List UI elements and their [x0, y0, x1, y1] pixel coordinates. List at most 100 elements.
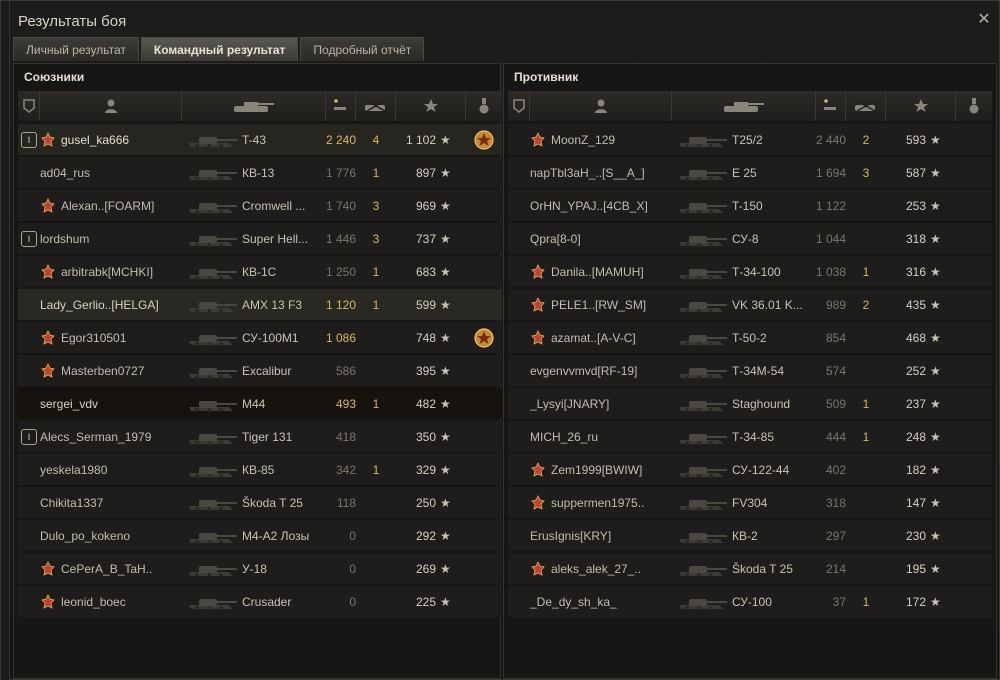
player-cell[interactable]: _De_dy_sh_ka_	[530, 586, 672, 617]
achievement-medal-icon[interactable]	[473, 129, 495, 151]
table-row[interactable]: Lady_Gerlio..[HELGA] AMX 13 F3 1 120 1 599 ★	[18, 289, 502, 320]
player-name[interactable]: yeskela1980	[40, 463, 107, 477]
player-name[interactable]: _De_dy_sh_ka_	[530, 595, 617, 609]
table-row[interactable]: yeskela1980 КВ-85 342 1 329 ★	[18, 454, 502, 485]
player-name[interactable]: Zem1999[BWIW]	[551, 463, 642, 477]
player-name[interactable]: ad04_rus	[40, 166, 90, 180]
table-row[interactable]: _Lysyi[JNARY] Staghound 509 1 237 ★	[508, 388, 992, 419]
player-cell[interactable]: gusel_ka666	[40, 124, 182, 155]
table-row[interactable]: ErusIgnis[KRY] КВ-2 297 230 ★	[508, 520, 992, 551]
damage-icon[interactable]	[326, 91, 356, 121]
table-row[interactable]: Masterben0727 Excalibur 586 395 ★	[18, 355, 502, 386]
player-cell[interactable]: yeskela1980	[40, 454, 182, 485]
xp-star-icon[interactable]	[396, 91, 466, 121]
table-row[interactable]: MoonZ_129 T25/2 2 440 2 593 ★	[508, 124, 992, 155]
player-name[interactable]: Alecs_Serman_1979	[40, 430, 151, 444]
rank-icon[interactable]	[18, 91, 40, 121]
player-cell[interactable]: Masterben0727	[40, 355, 182, 386]
player-cell[interactable]: Qpra[8-0]	[530, 223, 672, 254]
player-name[interactable]: Chikita1337	[40, 496, 103, 510]
table-row[interactable]: Ilordshum Super Hell... 1 446 3 737 ★	[18, 223, 502, 254]
damage-icon[interactable]	[816, 91, 846, 121]
player-cell[interactable]: Alexan..[FOARM]	[40, 190, 182, 221]
player-name[interactable]: gusel_ka666	[61, 133, 129, 147]
player-icon[interactable]	[40, 91, 182, 121]
table-row[interactable]: _De_dy_sh_ka_ СУ-100 37 1 172 ★	[508, 586, 992, 617]
player-cell[interactable]: Dulo_po_kokeno	[40, 520, 182, 551]
player-cell[interactable]: Alecs_Serman_1979	[40, 421, 182, 452]
player-name[interactable]: Egor310501	[61, 331, 126, 345]
table-row[interactable]: Alexan..[FOARM] Cromwell ... 1 740 3 969 ★	[18, 190, 502, 221]
player-cell[interactable]: napTbl3aH_..[S__A_]	[530, 157, 672, 188]
player-cell[interactable]: azamat..[A-V-C]	[530, 322, 672, 353]
table-row[interactable]: Igusel_ka666 T-43 2 240 4 1 102 ★	[18, 124, 502, 155]
player-name[interactable]: arbitrabk[MCHKI]	[61, 265, 153, 279]
player-cell[interactable]: _Lysyi[JNARY]	[530, 388, 672, 419]
player-name[interactable]: Alexan..[FOARM]	[61, 199, 154, 213]
player-name[interactable]: Lady_Gerlio..[HELGA]	[40, 298, 159, 312]
tab-detailed-report[interactable]: Подробный отчёт	[300, 37, 425, 61]
table-row[interactable]: Dulo_po_kokeno М4-А2 Лозы 0 292 ★	[18, 520, 502, 551]
table-row[interactable]: azamat..[A-V-C] T-50-2 854 468 ★	[508, 322, 992, 353]
table-row[interactable]: aleks_alek_27_.. Škoda T 25 214 195 ★	[508, 553, 992, 584]
player-name[interactable]: MICH_26_ru	[530, 430, 598, 444]
close-icon[interactable]: ✕	[975, 11, 993, 29]
player-name[interactable]: lordshum	[40, 232, 89, 246]
player-name[interactable]: _Lysyi[JNARY]	[530, 397, 609, 411]
table-row[interactable]: Zem1999[BWIW] СУ-122-44 402 182 ★	[508, 454, 992, 485]
player-icon[interactable]	[530, 91, 672, 121]
player-cell[interactable]: evgenvvmvd[RF-19]	[530, 355, 672, 386]
player-name[interactable]: MoonZ_129	[551, 133, 615, 147]
player-name[interactable]: evgenvvmvd[RF-19]	[530, 364, 637, 378]
rank-icon[interactable]	[508, 91, 530, 121]
player-name[interactable]: ErusIgnis[KRY]	[530, 529, 611, 543]
table-row[interactable]: arbitrabk[MCHKI] КВ-1С 1 250 1 683 ★	[18, 256, 502, 287]
medal-icon[interactable]	[466, 91, 502, 121]
table-row[interactable]: MICH_26_ru Т-34-85 444 1 248 ★	[508, 421, 992, 452]
player-cell[interactable]: CePerA_B_TaH..	[40, 553, 182, 584]
table-row[interactable]: I Alecs_Serman_1979 Tiger 131 418 350 ★	[18, 421, 502, 452]
tank-icon[interactable]	[672, 91, 816, 121]
table-row[interactable]: OrHN_YPAJ..[4CB_X] T-150 1 122 253 ★	[508, 190, 992, 221]
tank-icon[interactable]	[182, 91, 326, 121]
player-cell[interactable]: lordshum	[40, 223, 182, 254]
player-name[interactable]: aleks_alek_27_..	[551, 562, 641, 576]
player-cell[interactable]: Zem1999[BWIW]	[530, 454, 672, 485]
player-name[interactable]: Masterben0727	[61, 364, 144, 378]
player-name[interactable]: PELE1..[RW_SM]	[551, 298, 646, 312]
table-row[interactable]: leonid_boec Crusader 0 225 ★	[18, 586, 502, 617]
player-cell[interactable]: arbitrabk[MCHKI]	[40, 256, 182, 287]
player-name[interactable]: leonid_boec	[61, 595, 126, 609]
table-row[interactable]: sergei_vdv M44 493 1 482 ★	[18, 388, 502, 419]
player-name[interactable]: sergei_vdv	[40, 397, 98, 411]
player-name[interactable]: Danila..[MAMUH]	[551, 265, 644, 279]
kills-icon[interactable]	[846, 91, 886, 121]
table-row[interactable]: napTbl3aH_..[S__A_] E 25 1 694 3 587 ★	[508, 157, 992, 188]
player-cell[interactable]: sergei_vdv	[40, 388, 182, 419]
table-row[interactable]: Chikita1337 Škoda T 25 118 250 ★	[18, 487, 502, 518]
xp-star-icon[interactable]	[886, 91, 956, 121]
player-cell[interactable]: Egor310501	[40, 322, 182, 353]
player-cell[interactable]: ad04_rus	[40, 157, 182, 188]
player-cell[interactable]: MoonZ_129	[530, 124, 672, 155]
player-name[interactable]: azamat..[A-V-C]	[551, 331, 636, 345]
player-cell[interactable]: Lady_Gerlio..[HELGA]	[40, 289, 182, 320]
player-name[interactable]: CePerA_B_TaH..	[61, 562, 152, 576]
player-cell[interactable]: MICH_26_ru	[530, 421, 672, 452]
player-cell[interactable]: Danila..[MAMUH]	[530, 256, 672, 287]
tab-personal-result[interactable]: Личный результат	[13, 37, 139, 61]
player-cell[interactable]: Chikita1337	[40, 487, 182, 518]
achievement-medal-icon[interactable]	[473, 327, 495, 349]
table-row[interactable]: Egor310501 СУ-100М1 1 086 748 ★	[18, 322, 502, 353]
player-cell[interactable]: suppermen1975..	[530, 487, 672, 518]
player-name[interactable]: napTbl3aH_..[S__A_]	[530, 166, 645, 180]
table-row[interactable]: Danila..[MAMUH] Т-34-100 1 038 1 316 ★	[508, 256, 992, 287]
player-cell[interactable]: OrHN_YPAJ..[4CB_X]	[530, 190, 672, 221]
kills-icon[interactable]	[356, 91, 396, 121]
player-cell[interactable]: leonid_boec	[40, 586, 182, 617]
player-name[interactable]: Qpra[8-0]	[530, 232, 581, 246]
player-name[interactable]: suppermen1975..	[551, 496, 644, 510]
medal-icon[interactable]	[956, 91, 992, 121]
table-row[interactable]: suppermen1975.. FV304 318 147 ★	[508, 487, 992, 518]
tab-team-result[interactable]: Командный результат	[140, 37, 299, 61]
